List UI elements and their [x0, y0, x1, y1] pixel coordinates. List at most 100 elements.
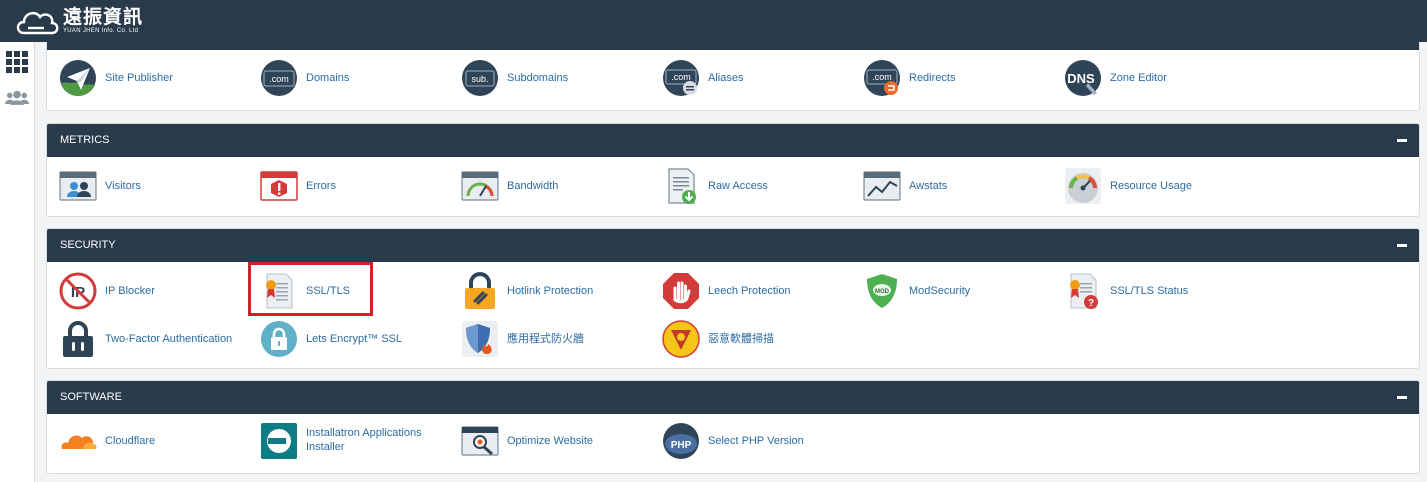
dns-text: DNS	[1067, 71, 1095, 86]
error-alert-icon	[260, 171, 298, 201]
subdomains-link[interactable]: sub. Subdomains	[449, 58, 639, 98]
raw-access-link[interactable]: Raw Access	[650, 166, 840, 206]
lets-encrypt-label: Lets Encrypt™ SSL	[306, 333, 402, 345]
dotcom-icon: .com	[261, 60, 297, 96]
domains-panel: Site Publisher .com Domains sub. Subdoma…	[46, 42, 1420, 111]
dotcom-text: .com	[269, 74, 289, 84]
leech-protection-link[interactable]: Leech Protection	[650, 271, 840, 311]
firewall-shield-icon	[462, 321, 498, 357]
php-icon: PHP	[663, 423, 699, 459]
optimize-website-label: Optimize Website	[507, 435, 593, 447]
installatron-link[interactable]: Installatron Applications Installer	[248, 421, 438, 461]
shield-icon: MOD	[867, 274, 897, 308]
ssl-tls-status-label: SSL/TLS Status	[1110, 285, 1189, 297]
bandwidth-label: Bandwidth	[507, 180, 559, 192]
raw-access-label: Raw Access	[708, 180, 768, 192]
cloud-logo-icon	[16, 11, 59, 35]
certificate-status-icon: ?	[1070, 273, 1098, 309]
app-firewall-link[interactable]: 應用程式防火牆	[449, 319, 639, 359]
two-factor-link[interactable]: Two-Factor Authentication	[47, 319, 237, 359]
visitors-icon	[59, 171, 97, 201]
errors-label: Errors	[306, 180, 336, 192]
redirects-link[interactable]: .com Redirects	[851, 58, 1041, 98]
modsecurity-link[interactable]: MOD ModSecurity	[851, 271, 1041, 311]
installatron-icon	[261, 423, 297, 459]
awstats-label: Awstats	[909, 180, 948, 192]
paper-plane-icon	[60, 60, 96, 96]
brand-tagline: YUAN JHEN Info. Co. Ltd	[63, 28, 139, 34]
brand-name: 遠振資訊	[63, 6, 144, 28]
ssl-tls-link[interactable]: SSL/TLS	[248, 271, 438, 311]
aliases-link[interactable]: .com Aliases	[650, 58, 840, 98]
lets-encrypt-link[interactable]: Lets Encrypt™ SSL	[248, 319, 438, 359]
cloudflare-icon	[61, 435, 97, 449]
security-panel: SECURITY IP IP Blocker SSL/TLS Hotlink P…	[46, 228, 1420, 369]
malware-scan-link[interactable]: 惡意軟體掃描	[650, 319, 840, 359]
redirect-text: .com	[872, 72, 892, 82]
domains-link[interactable]: .com Domains	[248, 58, 438, 98]
site-publisher-label: Site Publisher	[105, 72, 173, 84]
svg-text:?: ?	[1088, 298, 1094, 309]
modsecurity-label: ModSecurity	[909, 285, 971, 297]
zone-editor-link[interactable]: DNS Zone Editor	[1052, 58, 1242, 98]
software-header[interactable]: SOFTWARE	[47, 381, 1419, 414]
ip-blocker-icon: IP	[59, 272, 97, 310]
php-text: PHP	[671, 440, 692, 451]
line-chart-icon	[863, 171, 901, 201]
alias-icon: .com	[663, 60, 699, 96]
subdomain-icon: sub.	[462, 60, 498, 96]
subdomain-text: sub.	[471, 74, 488, 84]
resource-usage-label: Resource Usage	[1110, 180, 1192, 192]
redirect-icon: .com	[864, 60, 900, 96]
site-publisher-link[interactable]: Site Publisher	[47, 58, 237, 98]
domains-header-edge	[47, 42, 1419, 50]
app-firewall-label: 應用程式防火牆	[507, 333, 584, 345]
metrics-panel: METRICS Visitors Errors Bandwidth Raw Ac…	[46, 123, 1420, 217]
select-php-label: Select PHP Version	[708, 435, 804, 447]
collapse-icon[interactable]	[1397, 244, 1407, 247]
installatron-label: Installatron Applications Installer	[306, 427, 422, 453]
metrics-title: METRICS	[60, 134, 110, 146]
subdomains-label: Subdomains	[507, 72, 569, 84]
security-header[interactable]: SECURITY	[47, 229, 1419, 262]
collapse-icon[interactable]	[1397, 139, 1407, 142]
alias-text: .com	[671, 72, 691, 82]
domains-label: Domains	[306, 72, 350, 84]
stop-hand-icon	[663, 273, 699, 309]
padlock-chain-icon	[465, 272, 495, 309]
hotlink-protection-link[interactable]: Hotlink Protection	[449, 271, 639, 311]
ssl-tls-status-link[interactable]: ? SSL/TLS Status	[1052, 271, 1242, 311]
collapse-icon[interactable]	[1397, 396, 1407, 399]
gauge-icon	[461, 171, 499, 201]
apps-grid-icon[interactable]	[5, 50, 29, 74]
metrics-header[interactable]: METRICS	[47, 124, 1419, 157]
software-panel: SOFTWARE Cloudflare Installatron Applica…	[46, 380, 1420, 474]
optimize-website-link[interactable]: Optimize Website	[449, 421, 639, 461]
lock-icon	[63, 321, 93, 357]
two-factor-label: Two-Factor Authentication	[105, 333, 233, 345]
brand-logo[interactable]: 遠振資訊 YUAN JHEN Info. Co. Ltd	[14, 5, 164, 39]
malware-scan-label: 惡意軟體掃描	[708, 333, 774, 345]
malware-scan-icon	[662, 320, 700, 358]
redirects-label: Redirects	[909, 72, 956, 84]
security-title: SECURITY	[60, 239, 116, 251]
users-icon[interactable]	[5, 86, 29, 110]
ip-blocker-link[interactable]: IP IP Blocker	[47, 271, 237, 311]
cloudflare-link[interactable]: Cloudflare	[47, 421, 237, 461]
leech-protection-label: Leech Protection	[708, 285, 791, 297]
dns-icon: DNS	[1065, 60, 1101, 96]
encrypt-lock-icon	[261, 321, 297, 357]
zone-editor-label: Zone Editor	[1110, 72, 1167, 84]
top-bar: 遠振資訊 YUAN JHEN Info. Co. Ltd	[0, 0, 1427, 42]
certificate-icon	[266, 273, 293, 309]
bandwidth-link[interactable]: Bandwidth	[449, 166, 639, 206]
visitors-link[interactable]: Visitors	[47, 166, 237, 206]
select-php-link[interactable]: PHP Select PHP Version	[650, 421, 840, 461]
awstats-link[interactable]: Awstats	[851, 166, 1041, 206]
ssl-tls-label: SSL/TLS	[306, 285, 351, 297]
resource-usage-link[interactable]: Resource Usage	[1052, 166, 1242, 206]
errors-link[interactable]: Errors	[248, 166, 438, 206]
software-title: SOFTWARE	[60, 391, 122, 403]
ip-blocker-label: IP Blocker	[105, 285, 155, 297]
cloudflare-label: Cloudflare	[105, 435, 156, 447]
